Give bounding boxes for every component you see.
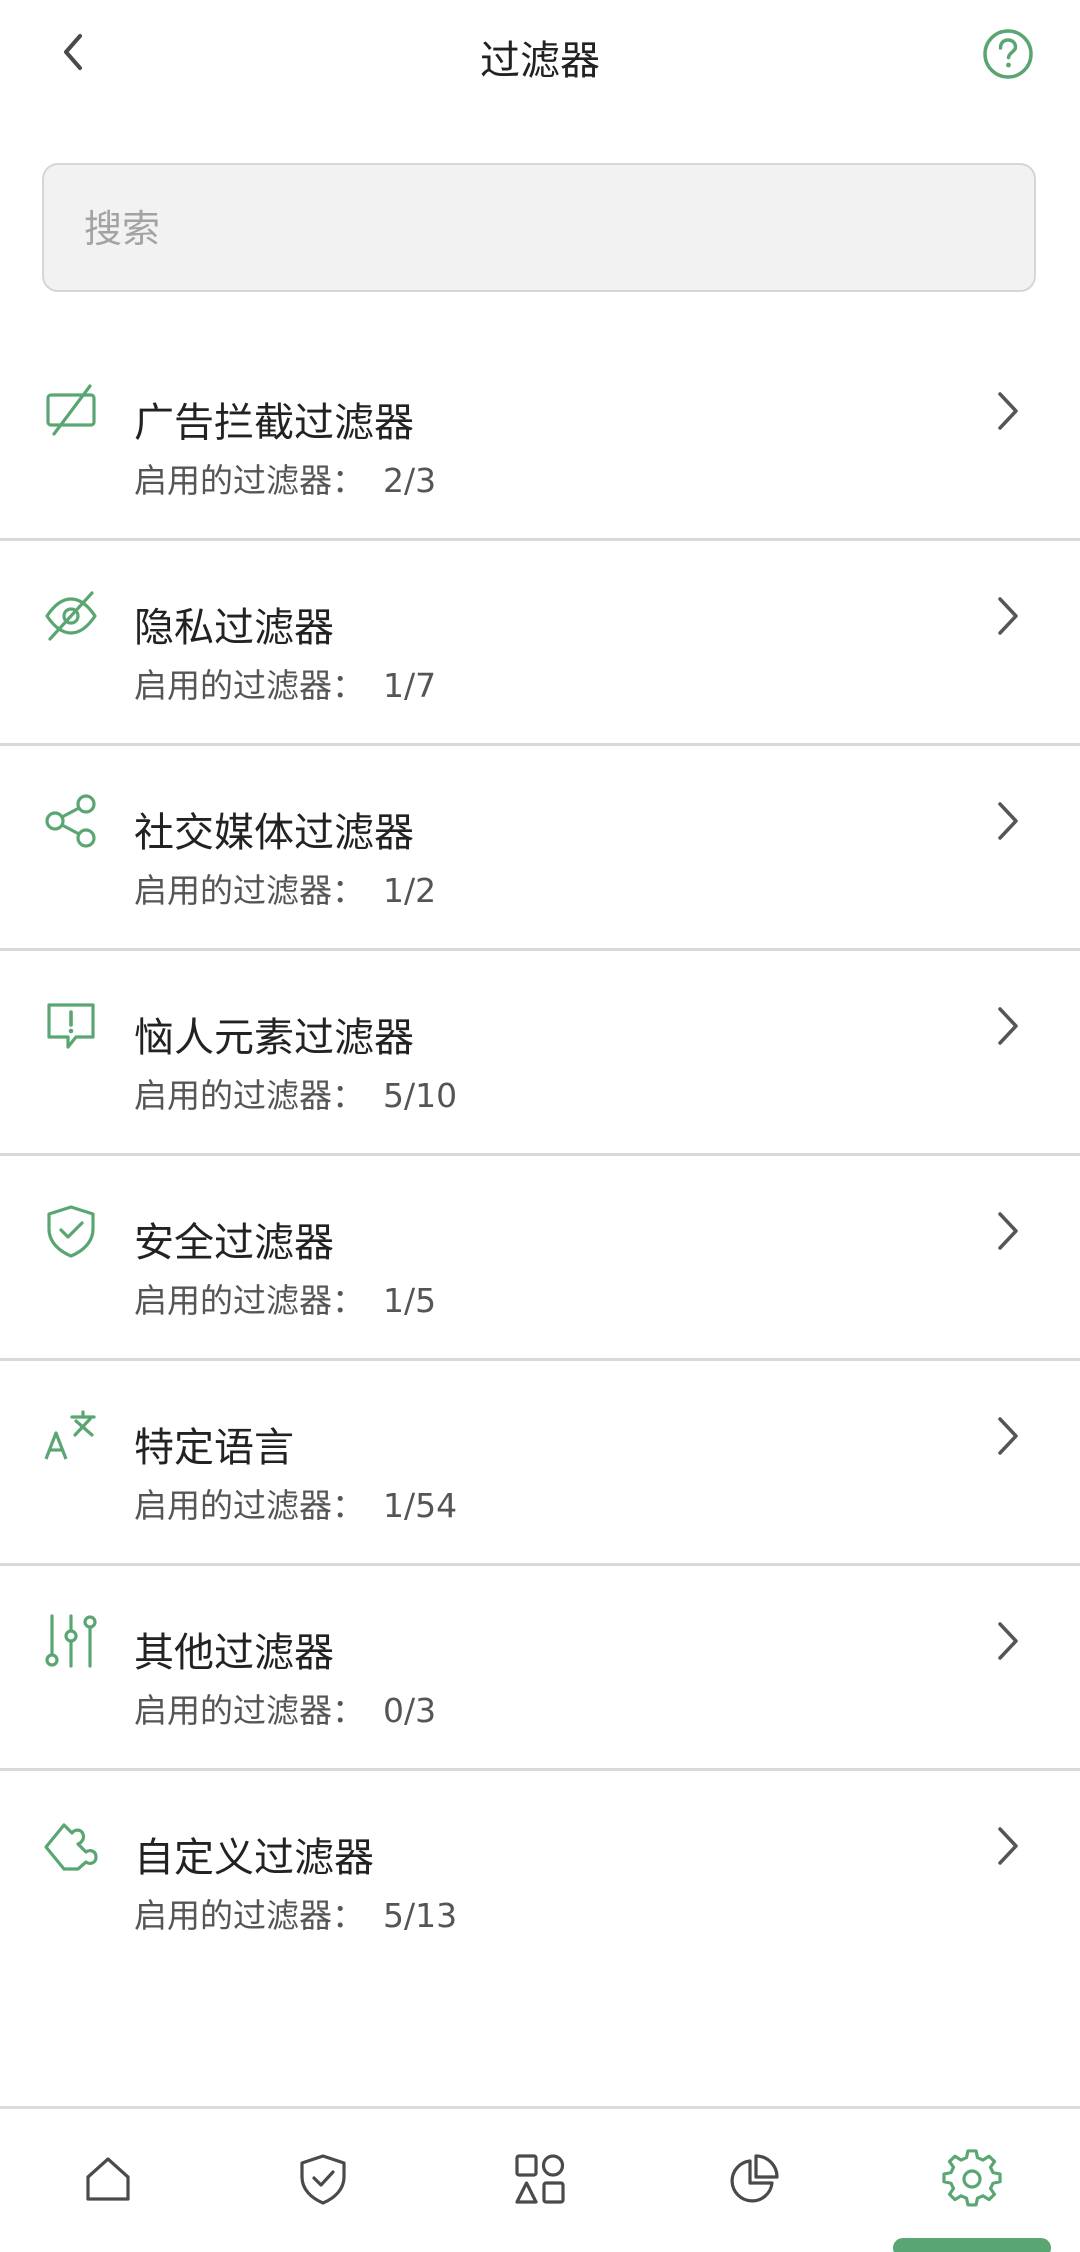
nav-apps[interactable] — [500, 2139, 580, 2219]
enabled-label: 启用的过滤器： — [134, 666, 365, 705]
enabled-count: 1/2 — [383, 871, 437, 910]
chevron-right-icon — [998, 802, 1018, 840]
item-subtitle: 启用的过滤器： 1/5 — [134, 1274, 436, 1322]
enabled-label: 启用的过滤器： — [134, 1486, 365, 1525]
enabled-count: 1/7 — [383, 666, 437, 705]
chevron-right-icon — [998, 1827, 1018, 1865]
item-subtitle: 启用的过滤器： 5/10 — [134, 1069, 457, 1117]
item-title: 广告拦截过滤器 — [134, 400, 414, 446]
item-title: 自定义过滤器 — [134, 1835, 374, 1881]
item-title: 隐私过滤器 — [134, 605, 334, 651]
item-title: 安全过滤器 — [134, 1220, 334, 1266]
puzzle-icon — [44, 1823, 98, 1871]
bottom-nav — [0, 2106, 1080, 2252]
enabled-label: 启用的过滤器： — [134, 1896, 365, 1935]
nav-home[interactable] — [68, 2139, 148, 2219]
list-item-language-specific[interactable]: 特定语言 启用的过滤器： 1/54 — [0, 1361, 1080, 1566]
chevron-right-icon — [998, 1417, 1018, 1455]
item-title: 其他过滤器 — [134, 1630, 334, 1676]
screen: 过滤器 广告拦截过滤器 启用的过滤器： 2/3 — [0, 0, 1080, 2252]
share-icon — [45, 794, 96, 848]
item-subtitle: 启用的过滤器： 0/3 — [134, 1684, 436, 1732]
chevron-right-icon — [998, 1212, 1018, 1250]
shield-check-icon — [300, 2154, 346, 2205]
help-button[interactable] — [980, 26, 1036, 82]
gear-icon — [942, 2149, 1002, 2207]
nav-protection[interactable] — [283, 2139, 363, 2219]
enabled-count: 0/3 — [383, 1691, 437, 1730]
top-bar: 过滤器 — [0, 0, 1080, 110]
filter-list: 广告拦截过滤器 启用的过滤器： 2/3 隐私过滤器 启用的过滤器： 1/7 社交… — [0, 336, 1080, 1976]
list-item-privacy[interactable]: 隐私过滤器 启用的过滤器： 1/7 — [0, 541, 1080, 746]
item-title: 特定语言 — [134, 1425, 294, 1471]
enabled-count: 5/13 — [383, 1896, 458, 1935]
translate-icon — [44, 1410, 96, 1460]
list-item-custom[interactable]: 自定义过滤器 启用的过滤器： 5/13 — [0, 1771, 1080, 1976]
enabled-label: 启用的过滤器： — [134, 1076, 365, 1115]
item-title: 恼人元素过滤器 — [134, 1015, 414, 1061]
chevron-right-icon — [998, 392, 1018, 430]
enabled-label: 启用的过滤器： — [134, 461, 365, 500]
item-subtitle: 启用的过滤器： 1/7 — [134, 659, 436, 707]
pie-chart-icon — [730, 2154, 779, 2203]
enabled-count: 2/3 — [383, 461, 437, 500]
item-title: 社交媒体过滤器 — [134, 810, 414, 856]
active-tab-indicator — [893, 2238, 1051, 2252]
list-item-ad-blocking[interactable]: 广告拦截过滤器 启用的过滤器： 2/3 — [0, 336, 1080, 541]
item-subtitle: 启用的过滤器： 5/13 — [134, 1889, 457, 1937]
home-icon — [86, 2157, 130, 2201]
enabled-label: 启用的过滤器： — [134, 1281, 365, 1320]
list-item-other[interactable]: 其他过滤器 启用的过滤器： 0/3 — [0, 1566, 1080, 1771]
eye-off-icon — [45, 591, 97, 641]
nav-statistics[interactable] — [714, 2139, 794, 2219]
enabled-label: 启用的过滤器： — [134, 1691, 365, 1730]
shield-check-icon — [47, 1205, 95, 1258]
apps-icon — [515, 2154, 565, 2204]
item-subtitle: 启用的过滤器： 1/54 — [134, 1479, 457, 1527]
chevron-right-icon — [998, 597, 1018, 635]
sliders-icon — [45, 1614, 97, 1668]
search-input[interactable] — [82, 165, 986, 292]
ad-block-icon — [46, 384, 96, 436]
enabled-label: 启用的过滤器： — [134, 871, 365, 910]
message-alert-icon — [47, 1003, 95, 1049]
enabled-count: 1/54 — [383, 1486, 458, 1525]
page-title: 过滤器 — [480, 38, 600, 84]
item-subtitle: 启用的过滤器： 2/3 — [134, 454, 436, 502]
help-icon — [983, 29, 1033, 79]
list-item-annoyances[interactable]: 恼人元素过滤器 启用的过滤器： 5/10 — [0, 951, 1080, 1156]
list-item-social-media[interactable]: 社交媒体过滤器 启用的过滤器： 1/2 — [0, 746, 1080, 951]
chevron-right-icon — [998, 1622, 1018, 1660]
enabled-count: 5/10 — [383, 1076, 458, 1115]
chevron-right-icon — [998, 1007, 1018, 1045]
nav-settings[interactable] — [932, 2139, 1012, 2219]
enabled-count: 1/5 — [383, 1281, 437, 1320]
item-subtitle: 启用的过滤器： 1/2 — [134, 864, 436, 912]
search-box — [42, 163, 1036, 292]
list-item-security[interactable]: 安全过滤器 启用的过滤器： 1/5 — [0, 1156, 1080, 1361]
